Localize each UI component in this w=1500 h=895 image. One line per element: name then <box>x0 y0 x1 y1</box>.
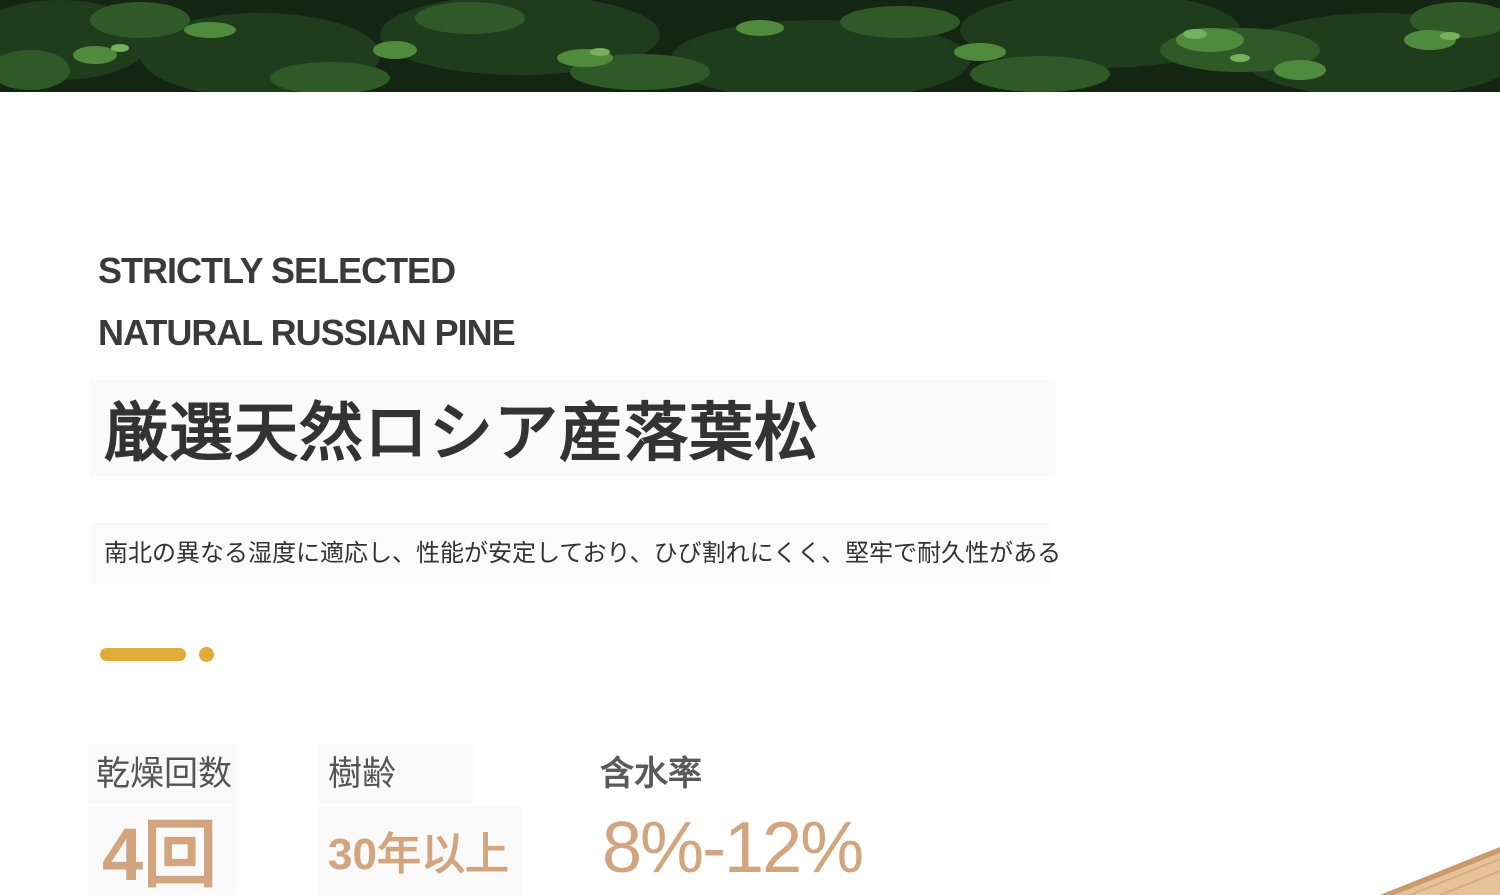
english-heading: STRICTLY SELECTED NATURAL RUSSIAN PINE <box>98 240 516 364</box>
divider-bar <box>100 648 186 661</box>
stat-label-tree-age: 樹齢 <box>328 754 396 794</box>
stat-value-tree-age: 30年以上 <box>328 830 509 879</box>
stat-value-drying-count: 4回 <box>102 813 218 895</box>
english-heading-line2: NATURAL RUSSIAN PINE <box>98 312 516 353</box>
divider-dot <box>199 647 214 662</box>
description-text: 南北の異なる湿度に適応し、性能が安定しており、ひび割れにくく、堅牢で耐久性がある <box>104 539 1062 567</box>
stat-label-drying-count: 乾燥回数 <box>96 754 232 794</box>
english-heading-line1: STRICTLY SELECTED <box>98 250 456 291</box>
stat-value-moisture-content: 8%-12% <box>602 808 864 888</box>
forest-banner-image <box>0 0 1500 92</box>
wood-plank-image <box>1380 847 1500 895</box>
stat-label-moisture-content: 含水率 <box>600 754 702 794</box>
japanese-title: 厳選天然ロシア産落葉松 <box>104 397 819 471</box>
